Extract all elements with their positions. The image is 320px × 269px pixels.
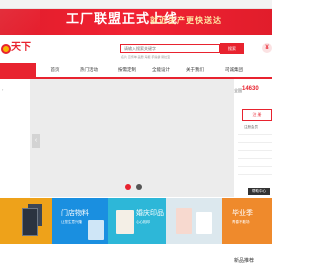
panel-divider bbox=[238, 174, 272, 175]
member-link[interactable]: 注册会员 bbox=[244, 125, 258, 130]
main-nav: 首页 热门活动 按需定制 全能设计 关于我们 司诚集团 bbox=[0, 63, 272, 79]
panel-divider bbox=[238, 158, 272, 159]
panel-divider bbox=[238, 150, 272, 151]
category-menu-button[interactable] bbox=[0, 63, 36, 77]
nav-item-about[interactable]: 关于我们 bbox=[180, 63, 210, 77]
product-image bbox=[176, 208, 192, 234]
section-bar bbox=[0, 244, 272, 269]
logo-text: 天下 bbox=[11, 42, 31, 53]
promo-tile-3[interactable]: 婚庆印品 心心相印 bbox=[108, 198, 166, 244]
cart-icon[interactable]: ¥ bbox=[262, 43, 272, 53]
product-image bbox=[22, 208, 38, 236]
nav-item-custom[interactable]: 按需定制 bbox=[112, 63, 142, 77]
promo-tile-1[interactable] bbox=[0, 198, 52, 244]
banner-subline: 就近生产更快送达 bbox=[150, 16, 222, 25]
help-center-button[interactable]: 帮助中心 bbox=[248, 188, 270, 195]
panel-divider bbox=[238, 134, 272, 135]
search-button[interactable]: 搜索 bbox=[220, 43, 244, 54]
slider-prev-button[interactable]: ‹ bbox=[32, 134, 40, 148]
promo-tile-desc: 心心相印 bbox=[136, 220, 150, 224]
slider-dot-2[interactable] bbox=[136, 184, 142, 190]
logo-mark-icon bbox=[1, 44, 11, 54]
promo-tile-title: 门店物料 bbox=[61, 209, 89, 217]
panel-divider bbox=[238, 166, 272, 167]
search-box bbox=[120, 44, 220, 53]
panel-divider bbox=[238, 142, 272, 143]
service-panel bbox=[234, 79, 272, 197]
hotline-number: 14630 bbox=[242, 86, 259, 92]
hotline-label: 全国 bbox=[234, 88, 242, 93]
nav-item-home[interactable]: 首页 bbox=[44, 63, 66, 77]
hot-search-words[interactable]: 名片 宣传单 画册 海报 手提袋 易拉宝 bbox=[121, 55, 170, 59]
top-bar bbox=[0, 0, 272, 9]
promo-tile-title: 婚庆印品 bbox=[136, 209, 164, 217]
site-logo[interactable]: 天下 bbox=[0, 41, 36, 59]
product-image bbox=[88, 220, 104, 240]
promo-tile-2[interactable]: 门店物料 让您生意兴隆 bbox=[52, 198, 108, 244]
promo-tiles: 门店物料 让您生意兴隆 婚庆印品 心心相印 毕业季 青春不散场 bbox=[0, 198, 272, 244]
product-image bbox=[116, 210, 134, 234]
nav-item-hot-activities[interactable]: 热门活动 bbox=[74, 63, 104, 77]
category-sidebar: › bbox=[0, 79, 30, 197]
hero-slider[interactable] bbox=[30, 79, 234, 197]
promo-tile-title: 毕业季 bbox=[232, 209, 253, 217]
slider-dot-1[interactable] bbox=[125, 184, 131, 190]
nav-item-design[interactable]: 全能设计 bbox=[146, 63, 176, 77]
promo-tile-4[interactable] bbox=[166, 198, 222, 244]
chevron-right-icon: › bbox=[2, 87, 4, 92]
nav-item-group[interactable]: 司诚集团 bbox=[218, 63, 250, 77]
section-title-new-products: 新品推荐 bbox=[234, 258, 255, 264]
search-input[interactable] bbox=[122, 45, 198, 52]
product-image bbox=[196, 212, 212, 234]
promo-tile-desc: 青春不散场 bbox=[232, 220, 250, 224]
promo-tile-desc: 让您生意兴隆 bbox=[61, 220, 82, 224]
banner-decoration bbox=[0, 9, 40, 35]
register-button[interactable]: 注 册 bbox=[242, 109, 272, 121]
promo-banner[interactable]: 工厂联盟正式上线 就近生产更快送达 bbox=[0, 9, 272, 35]
promo-tile-5[interactable]: 毕业季 青春不散场 bbox=[222, 198, 272, 244]
